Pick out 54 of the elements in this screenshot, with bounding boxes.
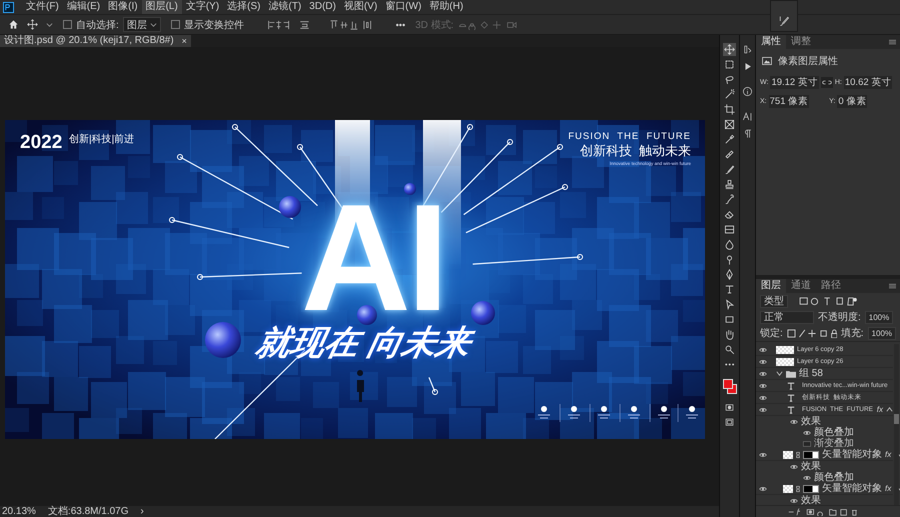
menu-item[interactable]: 图层(L): [142, 0, 182, 14]
fx-label: fx: [885, 484, 892, 493]
english-headline: FUSION THE FUTURE: [568, 132, 691, 142]
more-options-button[interactable]: •••: [396, 20, 406, 30]
blend-mode-dropdown[interactable]: 正常: [760, 310, 814, 324]
fx-label: fx: [885, 450, 892, 459]
properties-header: 像素图层属性: [778, 54, 838, 68]
status-menu-button[interactable]: ›: [140, 506, 144, 517]
mode-label: 3D 模式:: [415, 18, 454, 32]
panel-tab[interactable]: 属性: [756, 35, 786, 49]
fill-field[interactable]: 100%: [868, 326, 896, 340]
fill-label: 填充:: [840, 326, 864, 340]
layer-name: 效果: [801, 461, 821, 472]
y-field[interactable]: 0 像素: [837, 95, 868, 108]
panel-tab[interactable]: 路径: [816, 279, 846, 293]
document-size: 文档:63.8M/1.07G: [48, 506, 129, 517]
chinese-headline: 创新科技 触动未来: [580, 144, 691, 158]
opacity-label: 不透明度:: [818, 310, 861, 324]
height-field[interactable]: 10.62 英寸: [844, 76, 892, 89]
tagline-text: 创新|科技|前进: [69, 135, 134, 145]
menu-item[interactable]: 滤镜(T): [264, 0, 306, 14]
menu-item[interactable]: 编辑(E): [62, 0, 104, 14]
layer-name: 效果: [801, 495, 821, 505]
x-field[interactable]: 751 像素: [768, 95, 810, 108]
fx-label: fx: [876, 405, 883, 414]
layer-name: 矢量智能对象: [822, 449, 882, 460]
panel-tab[interactable]: 调整: [786, 35, 816, 49]
target-dropdown[interactable]: 图层: [122, 17, 161, 32]
panel-tab[interactable]: 图层: [756, 279, 786, 293]
width-field[interactable]: 19.12 英寸: [770, 76, 819, 89]
document-tab[interactable]: 设计图.psd @ 20.1% (keji17, RGB/8#): [0, 35, 178, 47]
panel-tab[interactable]: 通道: [786, 279, 816, 293]
lock-label: 锁定:: [760, 326, 783, 340]
layer-name: 矢量智能对象: [822, 483, 882, 494]
menu-item[interactable]: 文字(Y): [182, 0, 224, 14]
layer-name: 渐变叠加: [814, 438, 854, 449]
opacity-field[interactable]: 100%: [864, 310, 894, 324]
checkbox-label: 显示变换控件: [184, 18, 244, 32]
layer-name: 颜色叠加: [814, 427, 854, 438]
menu-item[interactable]: 图像(I): [104, 0, 142, 14]
zoom-level: 20.13%: [2, 506, 36, 517]
checkbox-label: 自动选择:: [76, 18, 119, 32]
year-heading: 2022: [20, 133, 62, 152]
menu-item[interactable]: 视图(V): [340, 0, 382, 14]
menu-item[interactable]: 3D(D): [305, 0, 340, 14]
menu-item[interactable]: 选择(S): [223, 0, 264, 14]
layer-name: 效果: [801, 416, 821, 427]
filter-dropdown[interactable]: 类型: [760, 294, 788, 308]
layer-name: 组 58: [799, 368, 823, 379]
menu-item[interactable]: 窗口(W): [381, 0, 426, 14]
menu-item[interactable]: 文件(F): [22, 0, 63, 14]
menu-item[interactable]: 帮助(H): [425, 0, 468, 14]
close-button[interactable]: ×: [178, 35, 191, 47]
layer-name: 颜色叠加: [814, 472, 854, 483]
